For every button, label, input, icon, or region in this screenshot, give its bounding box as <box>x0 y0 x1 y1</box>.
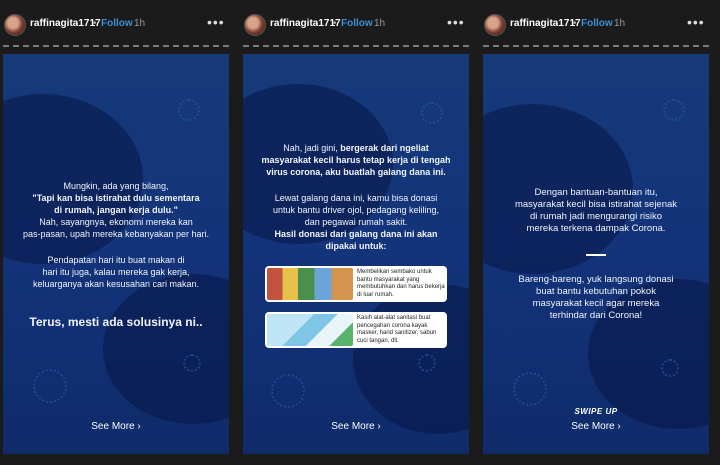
separator-dot: • <box>573 18 577 29</box>
virus-icon <box>663 99 685 121</box>
follow-button[interactable]: Follow <box>341 18 373 29</box>
virus-icon <box>421 102 443 124</box>
virus-icon <box>271 374 305 408</box>
post-header: raffinagita1717 • Follow 1h ••• <box>240 8 472 40</box>
virus-icon <box>183 354 201 372</box>
post-time: 1h <box>134 18 146 29</box>
story-text: Nah, jadi gini, bergerak dari ngeliat ma… <box>249 142 463 178</box>
info-card: Kasih alat-alat sanitasi buat pencegahan… <box>265 312 447 348</box>
post-header: raffinagita1717 • Follow 1h ••• <box>480 8 712 40</box>
text-line: hari itu juga, kalau mereka gak kerja, <box>42 267 190 277</box>
more-options-icon[interactable]: ••• <box>447 14 465 30</box>
text-line: masyarakat kecil agar mereka <box>532 298 660 309</box>
text-line: di rumah, jangan kerja dulu." <box>54 205 178 215</box>
follow-button[interactable]: Follow <box>581 18 613 29</box>
see-more-button[interactable]: See More › <box>3 421 229 432</box>
post-time: 1h <box>374 18 386 29</box>
see-more-label: See More <box>571 421 615 432</box>
text-line: Pendapatan hari itu buat makan di <box>47 255 185 265</box>
story-post-2: raffinagita1717 • Follow 1h ••• Nah, jad… <box>240 0 472 465</box>
text-line: Lewat galang dana ini, kamu bisa donasi <box>274 193 438 203</box>
text-line: Bareng-bareng, yuk langsung donasi <box>518 274 674 285</box>
virus-icon <box>513 372 547 406</box>
text-line: masyarakat kecil harus tetap kerja di te… <box>261 155 451 165</box>
virus-icon <box>178 99 200 121</box>
chevron-right-icon: › <box>377 421 381 432</box>
story-image[interactable]: Mungkin, ada yang bilang, "Tapi kan bisa… <box>3 54 229 454</box>
card-text: Membelikan sembako untuk bantu masyaraka… <box>357 269 445 298</box>
story-image[interactable]: Dengan bantuan-bantuan itu, masyarakat k… <box>483 54 709 454</box>
card-text: Kasih alat-alat sanitasi buat pencegahan… <box>357 315 437 344</box>
swipe-up-label: SWIPE UP <box>574 407 618 416</box>
separator-dot: • <box>333 18 337 29</box>
story-text: Pendapatan hari itu buat makan di hari i… <box>9 254 223 290</box>
avatar[interactable] <box>4 14 26 36</box>
sanitizer-image <box>267 314 353 346</box>
virus-icon <box>418 354 436 372</box>
text-line: dipakai untuk: <box>325 241 387 251</box>
follow-button[interactable]: Follow <box>101 18 133 29</box>
see-more-label: See More <box>331 421 375 432</box>
text-line: pas-pasan, upah mereka kebanyakan per ha… <box>22 229 210 239</box>
see-more-button[interactable]: See More › <box>243 421 469 432</box>
text-line: virus corona, aku buatlah galang dana in… <box>266 167 446 177</box>
text-line: Nah, sayangnya, ekonomi mereka kan <box>39 217 193 227</box>
post-header: raffinagita1717 • Follow 1h ••• <box>0 8 232 40</box>
text-line: Hasil donasi dari galang dana ini akan <box>274 229 438 239</box>
story-text: Bareng-bareng, yuk langsung donasi buat … <box>489 274 703 322</box>
story-text: Mungkin, ada yang bilang, "Tapi kan bisa… <box>9 180 223 240</box>
text-span: bergerak dari ngeliat <box>340 143 429 153</box>
progress-divider <box>243 45 469 47</box>
story-text: Dengan bantuan-bantuan itu, masyarakat k… <box>489 187 703 235</box>
text-line: keluarganya akan kesusahan cari makan. <box>32 279 200 289</box>
see-more-button[interactable]: See More › <box>483 421 709 432</box>
story-text: Lewat galang dana ini, kamu bisa donasi … <box>249 192 463 252</box>
username[interactable]: raffinagita1717 <box>30 18 101 29</box>
virus-icon <box>33 369 67 403</box>
username[interactable]: raffinagita1717 <box>270 18 341 29</box>
text-line: Nah, jadi gini, bergerak dari ngeliat <box>249 142 463 154</box>
text-line: Dengan bantuan-bantuan itu, <box>534 187 658 198</box>
background-shape <box>353 284 469 434</box>
text-line: mereka terkena dampak Corona. <box>526 223 666 234</box>
more-options-icon[interactable]: ••• <box>207 14 225 30</box>
text-line: masyarakat kecil bisa istirahat sejenak <box>514 199 678 210</box>
progress-divider <box>3 45 229 47</box>
text-line: terhindar dari Corona! <box>549 310 643 321</box>
post-time: 1h <box>614 18 626 29</box>
background-shape <box>103 274 229 424</box>
story-post-1: raffinagita1717 • Follow 1h ••• Mungkin,… <box>0 0 232 465</box>
text-span: Nah, jadi gini, <box>283 143 341 153</box>
text-line: di rumah jadi mengurangi risiko <box>529 211 662 222</box>
info-card: Membelikan sembako untuk bantu masyaraka… <box>265 266 447 302</box>
avatar[interactable] <box>484 14 506 36</box>
text-line: dan pegawai rumah sakit. <box>304 217 408 227</box>
groceries-image <box>267 268 353 300</box>
see-more-label: See More <box>91 421 135 432</box>
text-line: buat bantu kebutuhan pokok <box>536 286 656 297</box>
text-line: Mungkin, ada yang bilang, <box>63 181 169 191</box>
text-line: "Tapi kan bisa istirahat dulu sementara <box>32 193 200 203</box>
story-post-3: raffinagita1717 • Follow 1h ••• Dengan b… <box>480 0 712 465</box>
username[interactable]: raffinagita1717 <box>510 18 581 29</box>
text-line: untuk bantu driver ojol, pedagang kelili… <box>272 205 440 215</box>
virus-icon <box>661 359 679 377</box>
chevron-right-icon: › <box>617 421 621 432</box>
story-headline: Terus, mesti ada solusinya ni.. <box>29 315 203 329</box>
chevron-right-icon: › <box>137 421 141 432</box>
separator-dot: • <box>93 18 97 29</box>
story-image[interactable]: Nah, jadi gini, bergerak dari ngeliat ma… <box>243 54 469 454</box>
avatar[interactable] <box>244 14 266 36</box>
divider-line <box>586 254 606 256</box>
progress-divider <box>483 45 709 47</box>
more-options-icon[interactable]: ••• <box>687 14 705 30</box>
